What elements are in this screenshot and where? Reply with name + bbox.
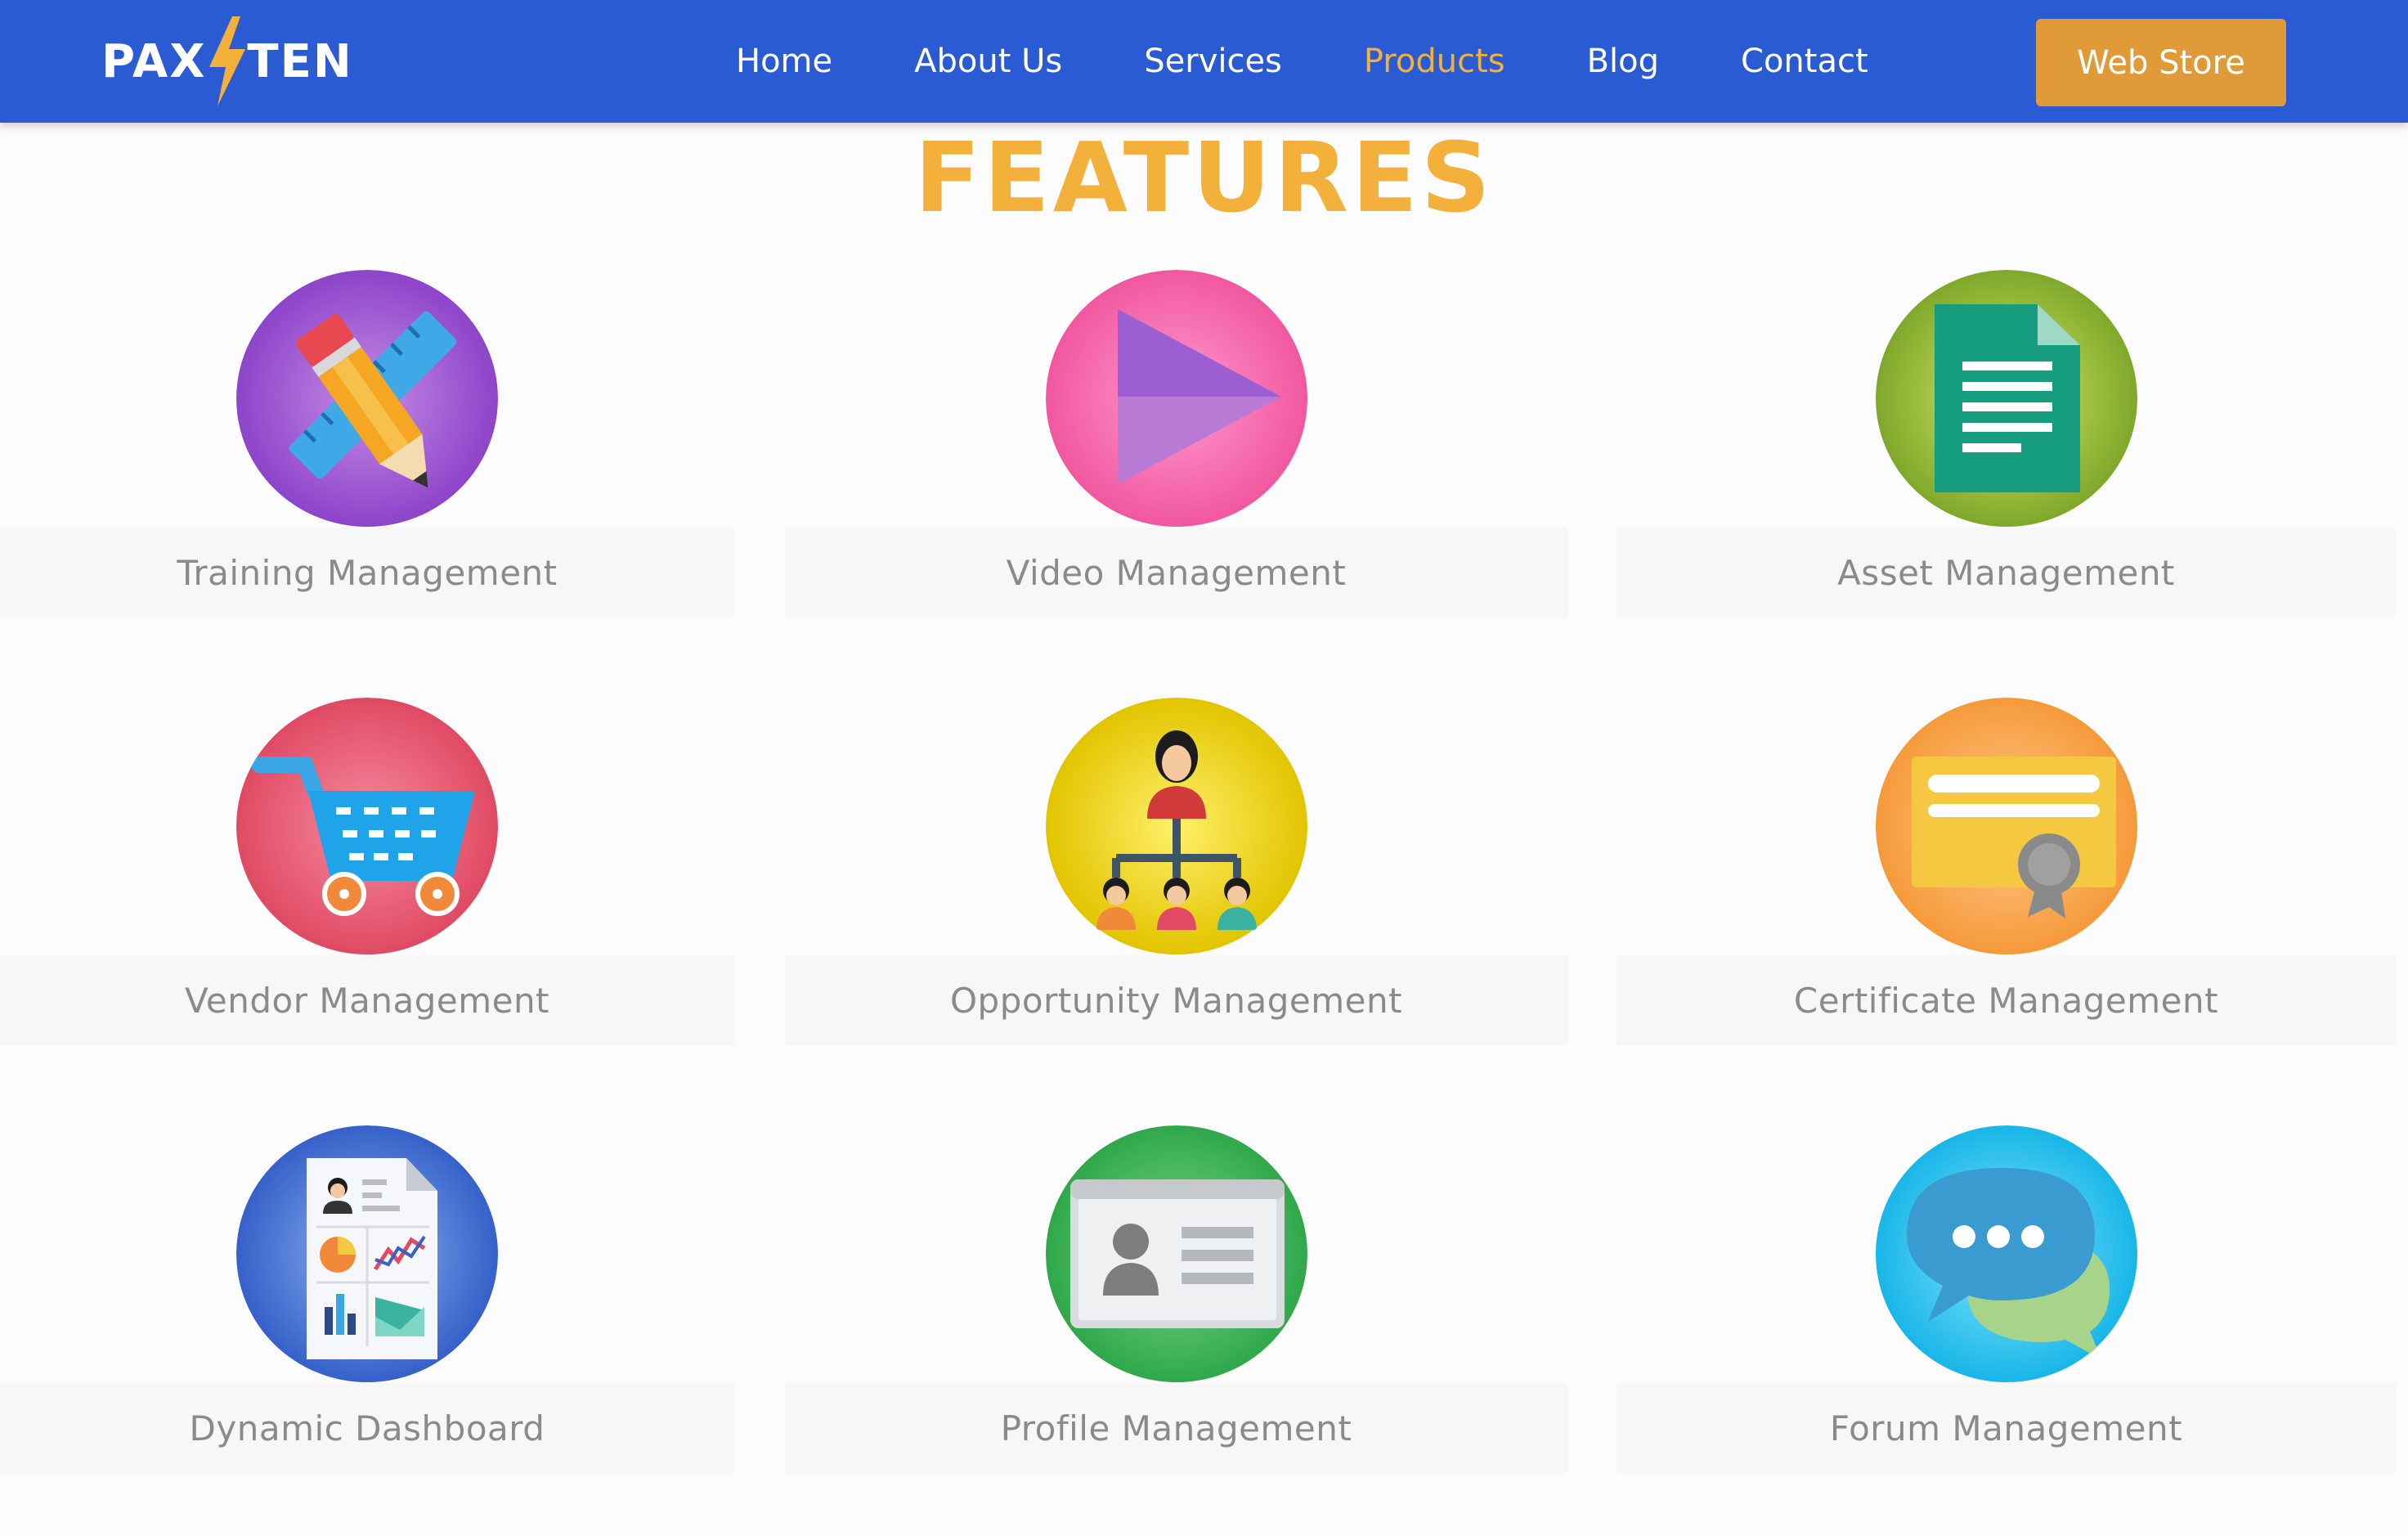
nav-blog[interactable]: Blog <box>1587 43 1659 80</box>
feature-dynamic-dashboard[interactable]: Dynamic Dashboard <box>0 1125 734 1485</box>
feature-label: Forum Management <box>1829 1408 2183 1448</box>
feature-opportunity-management[interactable]: Opportunity Management <box>785 698 1567 1058</box>
feature-asset-management[interactable]: Asset Management <box>1617 270 2396 630</box>
nav-about-us[interactable]: About Us <box>914 43 1062 80</box>
feature-label: Opportunity Management <box>949 980 1403 1021</box>
feature-label-box: Dynamic Dashboard <box>0 1383 734 1473</box>
feature-vendor-management[interactable]: Vendor Management <box>0 698 734 1058</box>
main-nav: Home About Us Services Products Blog Con… <box>736 0 1950 123</box>
feature-label-box: Video Management <box>785 528 1567 618</box>
nav-contact[interactable]: Contact <box>1741 43 1868 80</box>
feature-label: Dynamic Dashboard <box>189 1408 545 1448</box>
nav-services[interactable]: Services <box>1144 43 1282 80</box>
feature-label: Asset Management <box>1837 552 2175 593</box>
document-icon <box>1875 270 2137 528</box>
certificate-icon <box>1875 698 2137 955</box>
feature-label-box: Vendor Management <box>0 955 734 1045</box>
feature-certificate-management[interactable]: Certificate Management <box>1617 698 2396 1058</box>
feature-label-box: Training Management <box>0 528 734 618</box>
feature-label: Profile Management <box>1000 1408 1352 1448</box>
feature-training-management[interactable]: Training Management <box>0 270 734 630</box>
feature-label-box: Profile Management <box>785 1383 1567 1473</box>
feature-label-box: Certificate Management <box>1617 955 2396 1045</box>
logo-text-left: PAX <box>101 34 207 88</box>
top-navbar: PAX TEN Home About Us Services Products … <box>0 0 2408 123</box>
feature-video-management[interactable]: Video Management <box>785 270 1567 630</box>
feature-label: Training Management <box>177 552 558 593</box>
section-title: FEATURES <box>914 120 1494 234</box>
shopping-cart-icon <box>236 698 498 955</box>
lightning-bolt-icon <box>209 16 246 106</box>
id-card-icon <box>1045 1125 1307 1383</box>
feature-label-box: Asset Management <box>1617 528 2396 618</box>
org-chart-icon <box>1045 698 1307 955</box>
paxten-logo[interactable]: PAX TEN <box>101 16 353 106</box>
nav-home[interactable]: Home <box>736 43 832 80</box>
nav-products[interactable]: Products <box>1364 43 1505 80</box>
chat-bubbles-icon <box>1875 1125 2137 1383</box>
feature-label: Video Management <box>1006 552 1347 593</box>
web-store-button[interactable]: Web Store <box>2036 19 2286 106</box>
feature-label-box: Forum Management <box>1617 1383 2396 1473</box>
feature-forum-management[interactable]: Forum Management <box>1617 1125 2396 1485</box>
feature-label: Certificate Management <box>1793 980 2219 1021</box>
play-icon <box>1045 270 1307 528</box>
feature-label: Vendor Management <box>184 980 550 1021</box>
pencil-ruler-icon <box>236 270 498 528</box>
logo-text-right: TEN <box>247 34 353 88</box>
feature-profile-management[interactable]: Profile Management <box>785 1125 1567 1485</box>
dashboard-report-icon <box>236 1125 498 1383</box>
feature-label-box: Opportunity Management <box>785 955 1567 1045</box>
